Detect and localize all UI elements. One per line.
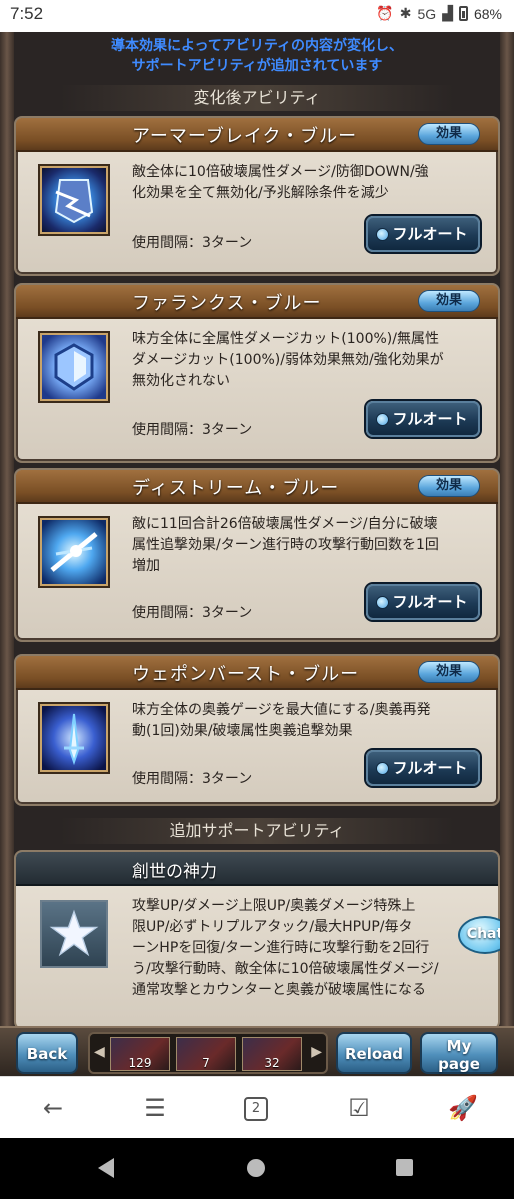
ability-name: ウェポンバースト・ブルー	[132, 664, 360, 685]
back-arrow-icon[interactable]: ←	[38, 1093, 68, 1123]
toggle-dot-icon	[376, 228, 389, 241]
nav-home-icon[interactable]	[247, 1159, 265, 1177]
item-strip: ◀ 129 7 32 ▶	[88, 1032, 328, 1074]
ability-interval: 使用間隔：3ターン	[132, 422, 253, 438]
nav-recents-icon[interactable]	[396, 1159, 413, 1176]
support-description: 攻撃UP/ダメージ上限UP/奥義ダメージ特殊上 限UP/必ずトリプルアタック/最…	[132, 898, 439, 998]
battery-icon	[458, 6, 468, 21]
ability-card: ファランクス・ブルー 効果 味方全体に全属性ダメージカット(100%)/無属性 …	[14, 283, 500, 463]
full-auto-button[interactable]: フルオート	[366, 584, 480, 620]
item-slot[interactable]: 7	[176, 1037, 236, 1071]
menu-icon[interactable]: ☰	[140, 1093, 170, 1123]
signal-icon: ▟	[442, 5, 453, 21]
toggle-dot-icon	[376, 762, 389, 775]
full-auto-button[interactable]: フルオート	[366, 216, 480, 252]
ability-card: アーマーブレイク・ブルー 効果 敵全体に10倍破壊属性ダメージ/防御DOWN/強…	[14, 116, 500, 276]
item-slot[interactable]: 129	[110, 1037, 170, 1071]
game-nav-bar: Back ◀ 129 7 32 ▶ Reload My page	[0, 1026, 514, 1076]
status-icons: ⏰ ✱ 5G ▟ 68%	[376, 5, 502, 22]
slash-attack-icon	[40, 518, 108, 586]
phalanx-shield-icon	[40, 333, 108, 401]
notice-line-1: 導本効果によってアビリティの内容が変化し、	[110, 38, 404, 54]
bluetooth-icon: ✱	[399, 5, 412, 21]
ability-card: ウェポンバースト・ブルー 効果 味方全体の奥義ゲージを最大値にする/奥義再発 動…	[14, 654, 500, 806]
toggle-dot-icon	[376, 596, 389, 609]
toggle-dot-icon	[376, 413, 389, 426]
ability-name: アーマーブレイク・ブルー	[132, 126, 358, 147]
notice-line-2: サポートアビリティが追加されています	[131, 58, 383, 74]
ability-card: ディストリーム・ブルー 効果 敵に11回合計26倍破壊属性ダメージ/自分に破壊 …	[14, 468, 500, 642]
system-nav-bar	[0, 1138, 514, 1199]
full-auto-button[interactable]: フルオート	[366, 401, 480, 437]
effect-button[interactable]: 効果	[418, 123, 480, 145]
alarm-icon: ⏰	[376, 5, 394, 21]
reload-button[interactable]: Reload	[336, 1032, 412, 1074]
effect-button[interactable]: 効果	[418, 475, 480, 497]
shield-break-icon	[40, 166, 108, 234]
status-time: 7:52	[10, 4, 44, 23]
checkbox-icon[interactable]: ☑	[344, 1093, 374, 1123]
support-ability-card: 創世の神力 攻撃UP/ダメージ上限UP/奥義ダメージ特殊上 限UP/必ずトリプル…	[14, 850, 500, 1026]
ability-interval: 使用間隔：3ターン	[132, 771, 253, 787]
effect-button[interactable]: 効果	[418, 661, 480, 683]
support-header	[16, 852, 498, 886]
mypage-button[interactable]: My page	[420, 1032, 498, 1074]
game-view: 導本効果によってアビリティの内容が変化し、 サポートアビリティが追加されています…	[0, 32, 514, 1026]
star-icon	[40, 900, 108, 968]
rocket-icon[interactable]: 🚀	[448, 1093, 478, 1123]
ability-description: 味方全体に全属性ダメージカット(100%)/無属性 ダメージカット(100%)/…	[132, 331, 444, 389]
battery-percent: 68%	[473, 5, 502, 22]
ability-name: ディストリーム・ブルー	[132, 478, 340, 499]
scroll-left-icon[interactable]: ◀	[94, 1044, 105, 1060]
item-slot[interactable]: 32	[242, 1037, 302, 1071]
chat-button[interactable]: Chat	[458, 916, 512, 954]
browser-toolbar: ← ☰ 2 ☑ 🚀	[0, 1076, 514, 1138]
ability-description: 味方全体の奥義ゲージを最大値にする/奥義再発 動(1回)効果/破壊属性奥義追撃効…	[132, 702, 431, 739]
ability-name: ファランクス・ブルー	[132, 293, 322, 314]
scroll-right-icon[interactable]: ▶	[311, 1044, 322, 1060]
back-button[interactable]: Back	[16, 1032, 78, 1074]
nav-back-icon[interactable]	[98, 1158, 114, 1178]
support-name: 創世の神力	[132, 862, 217, 882]
full-auto-button[interactable]: フルオート	[366, 750, 480, 786]
tab-count-button[interactable]: 2	[244, 1097, 268, 1121]
weapon-burst-icon	[40, 704, 108, 772]
status-bar: 7:52 ⏰ ✱ 5G ▟ 68%	[0, 0, 514, 32]
support-abilities-title: 追加サポートアビリティ	[60, 818, 454, 844]
ability-interval: 使用間隔：3ターン	[132, 605, 253, 621]
ability-description: 敵に11回合計26倍破壊属性ダメージ/自分に破壊 属性追撃効果/ターン進行時の攻…	[132, 516, 439, 574]
changed-abilities-title: 変化後アビリティ	[60, 85, 454, 111]
network-type: 5G	[417, 5, 437, 22]
ability-description: 敵全体に10倍破壊属性ダメージ/防御DOWN/強 化効果を全て無効化/予兆解除条…	[132, 164, 429, 201]
ability-interval: 使用間隔：3ターン	[132, 235, 253, 251]
effect-button[interactable]: 効果	[418, 290, 480, 312]
